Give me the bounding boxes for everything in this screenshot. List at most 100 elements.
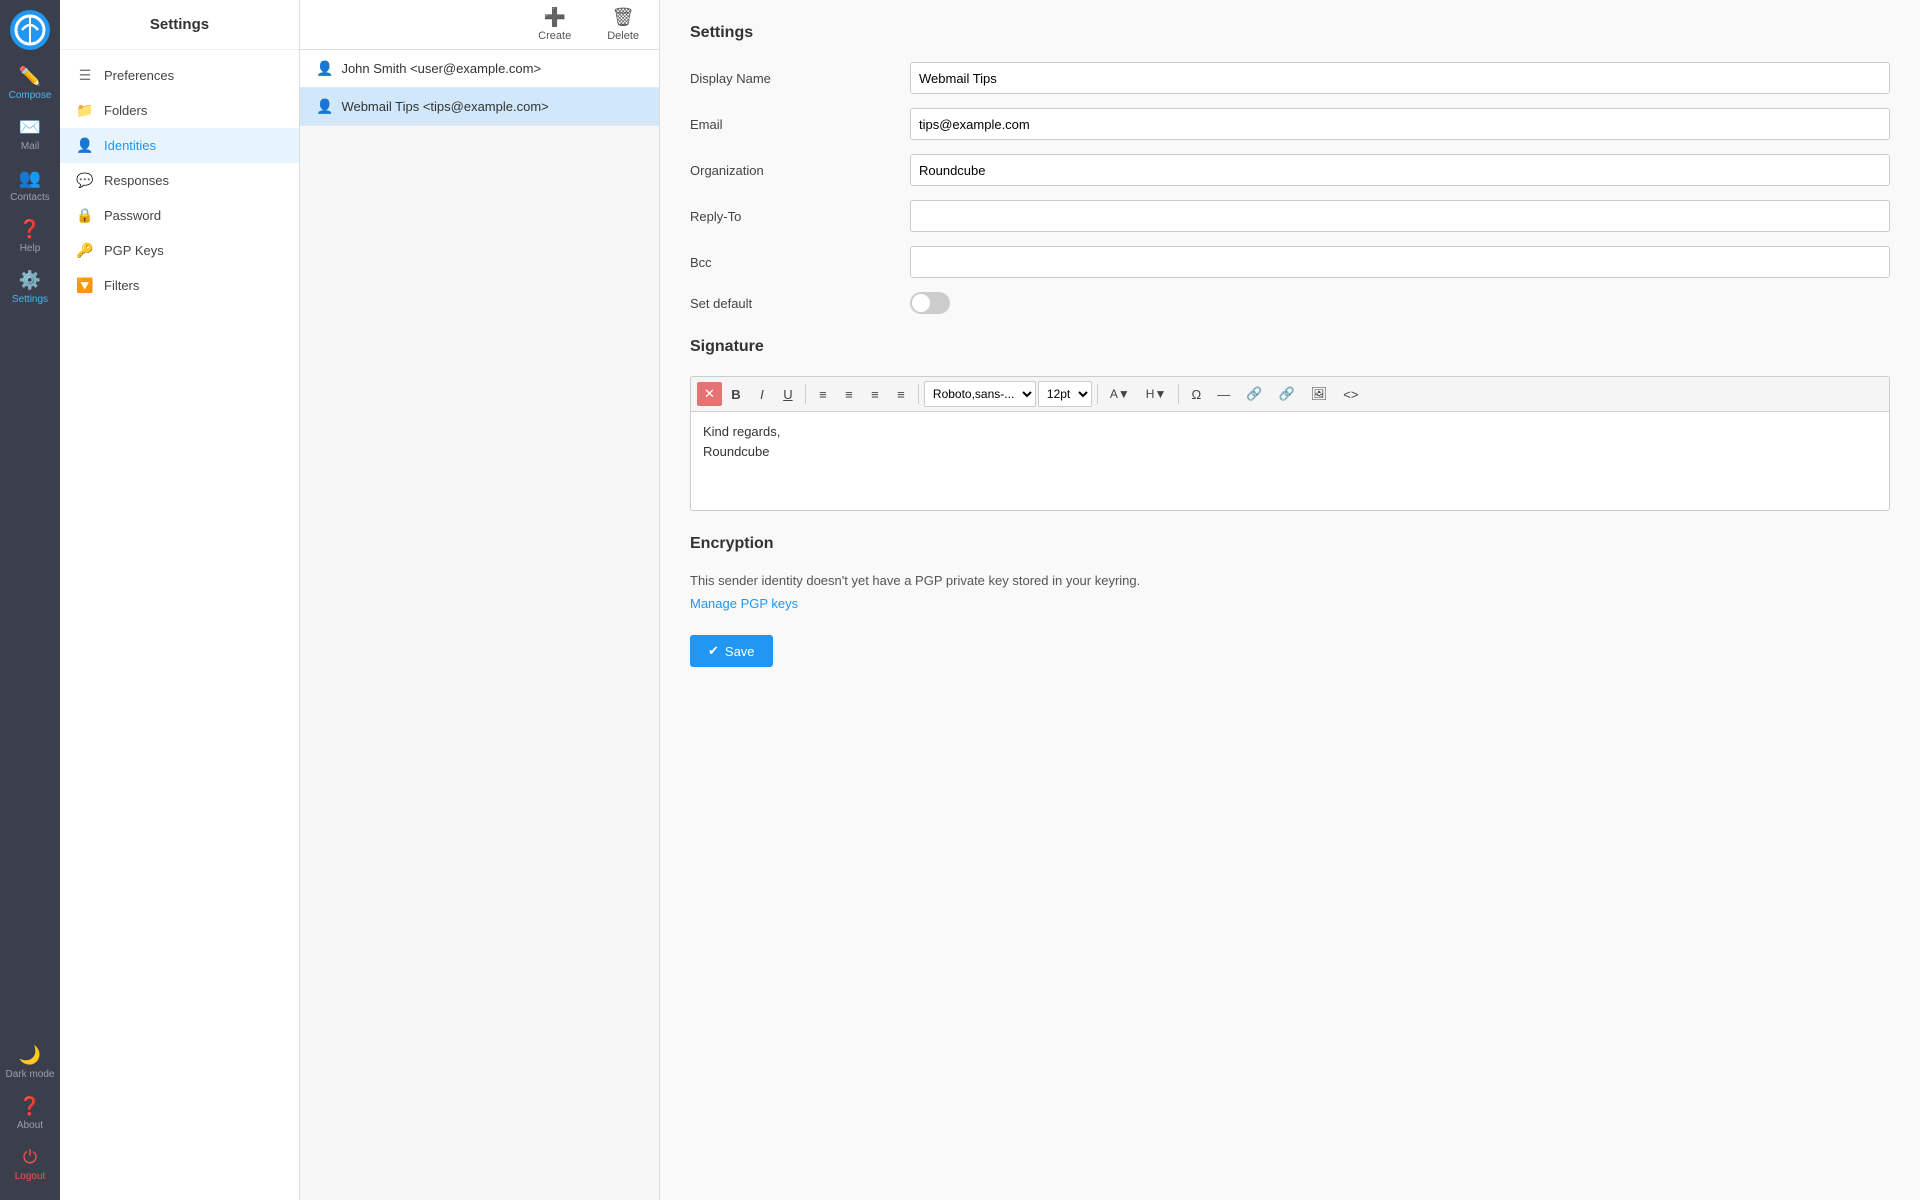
set-default-row: Set default <box>690 292 1890 314</box>
identity-label-webmail: Webmail Tips <tips@example.com> <box>341 99 548 114</box>
manage-pgp-link[interactable]: Manage PGP keys <box>690 596 798 611</box>
nav-label-about: About <box>17 1120 43 1131</box>
nav-item-darkmode[interactable]: 🌙 Dark mode <box>0 1037 60 1088</box>
sidebar-item-label-folders: Folders <box>104 103 147 118</box>
identity-label-john: John Smith <user@example.com> <box>341 61 541 76</box>
delete-button[interactable]: 🗑 Delete <box>599 3 647 46</box>
nav-item-compose[interactable]: ✏️ Compose <box>0 58 60 109</box>
nav-label-logout: Logout <box>15 1171 46 1182</box>
sig-unlink-button[interactable]: 🔗 <box>1272 382 1302 406</box>
sidebar-item-folders[interactable]: 📁 Folders <box>60 93 299 128</box>
bcc-label: Bcc <box>690 255 910 270</box>
sig-align-justify-button[interactable]: ≡ <box>889 383 913 406</box>
signature-toolbar: ✕ B I U ≡ ≡ ≡ ≡ Roboto,sans-... 12pt A▼ … <box>690 376 1890 411</box>
identity-item-john[interactable]: 👤 John Smith <user@example.com> <box>300 50 659 88</box>
sig-divider-3 <box>1097 384 1098 404</box>
logout-icon: ⏻ <box>23 1147 37 1168</box>
sidebar-menu: ☰ Preferences 📁 Folders 👤 Identities 💬 R… <box>60 50 299 311</box>
delete-label: Delete <box>607 30 639 42</box>
sig-font-size-select[interactable]: 12pt <box>1038 381 1092 407</box>
reply-to-input[interactable] <box>910 200 1890 232</box>
reply-to-label: Reply-To <box>690 209 910 224</box>
contacts-icon: 👥 <box>19 168 41 189</box>
email-label: Email <box>690 117 910 132</box>
email-input[interactable] <box>910 108 1890 140</box>
nav-bottom: 🌙 Dark mode ❓ About ⏻ Logout <box>0 1037 60 1200</box>
nav-item-about[interactable]: ❓ About <box>0 1088 60 1139</box>
signature-title: Signature <box>690 338 1890 356</box>
pgp-keys-icon: 🔑 <box>76 242 94 259</box>
about-icon: ❓ <box>19 1096 41 1117</box>
sig-close-button[interactable]: ✕ <box>697 382 722 406</box>
signature-section: Signature ✕ B I U ≡ ≡ ≡ ≡ Roboto,sans-..… <box>690 338 1890 511</box>
create-icon: ➕ <box>543 7 565 28</box>
nav-item-contacts[interactable]: 👥 Contacts <box>0 160 60 211</box>
nav-item-mail[interactable]: ✉️ Mail <box>0 109 60 160</box>
organization-input[interactable] <box>910 154 1890 186</box>
sig-align-center-button[interactable]: ≡ <box>837 383 861 406</box>
sig-align-left-button[interactable]: ≡ <box>811 383 835 406</box>
nav-label-contacts: Contacts <box>10 192 49 203</box>
identity-item-webmail[interactable]: 👤 Webmail Tips <tips@example.com> <box>300 88 659 126</box>
preferences-icon: ☰ <box>76 67 94 84</box>
sig-hr-button[interactable]: — <box>1210 383 1237 406</box>
display-name-label: Display Name <box>690 71 910 86</box>
display-name-input[interactable] <box>910 62 1890 94</box>
darkmode-icon: 🌙 <box>19 1045 41 1066</box>
create-label: Create <box>538 30 571 42</box>
create-button[interactable]: ➕ Create <box>530 3 579 46</box>
sidebar-item-preferences[interactable]: ☰ Preferences <box>60 58 299 93</box>
filters-icon: 🔽 <box>76 277 94 294</box>
nav-label-help: Help <box>20 243 41 254</box>
sidebar-item-label-password: Password <box>104 208 161 223</box>
sidebar-item-identities[interactable]: 👤 Identities <box>60 128 299 163</box>
bcc-row: Bcc <box>690 246 1890 278</box>
identities-icon: 👤 <box>76 137 94 154</box>
set-default-toggle[interactable] <box>910 292 950 314</box>
identity-toolbar: ➕ Create 🗑 Delete <box>300 0 659 50</box>
identity-icon-john: 👤 <box>316 60 333 77</box>
sig-font-family-select[interactable]: Roboto,sans-... <box>924 381 1036 407</box>
sidebar-item-label-preferences: Preferences <box>104 68 174 83</box>
sig-font-color-button[interactable]: A▼ <box>1103 383 1137 405</box>
nav-label-compose: Compose <box>9 90 52 101</box>
sig-image-button[interactable]: 🖼 <box>1304 382 1335 406</box>
help-icon: ❓ <box>19 219 41 240</box>
signature-editor[interactable]: Kind regards, Roundcube <box>690 411 1890 511</box>
main-inner: Settings Display Name Email Organization… <box>660 0 1920 691</box>
nav-label-darkmode: Dark mode <box>6 1069 55 1080</box>
responses-icon: 💬 <box>76 172 94 189</box>
sig-highlight-button[interactable]: H▼ <box>1139 383 1174 405</box>
sig-underline-button[interactable]: U <box>776 383 800 406</box>
main-content: Settings Display Name Email Organization… <box>660 0 1920 1200</box>
bcc-input[interactable] <box>910 246 1890 278</box>
encryption-note: This sender identity doesn't yet have a … <box>690 573 1890 588</box>
nav-label-mail: Mail <box>21 141 39 152</box>
save-button[interactable]: ✔ Save <box>690 635 773 667</box>
identity-list: 👤 John Smith <user@example.com> 👤 Webmai… <box>300 50 659 126</box>
set-default-label: Set default <box>690 296 910 311</box>
sig-omega-button[interactable]: Ω <box>1184 383 1208 406</box>
sig-italic-button[interactable]: I <box>750 383 774 406</box>
sidebar-item-responses[interactable]: 💬 Responses <box>60 163 299 198</box>
sidebar-item-password[interactable]: 🔒 Password <box>60 198 299 233</box>
nav-item-help[interactable]: ❓ Help <box>0 211 60 262</box>
sig-align-right-button[interactable]: ≡ <box>863 383 887 406</box>
sig-code-button[interactable]: <> <box>1336 383 1365 406</box>
sidebar-item-label-pgp-keys: PGP Keys <box>104 243 164 258</box>
sidebar-item-filters[interactable]: 🔽 Filters <box>60 268 299 303</box>
sig-bold-button[interactable]: B <box>724 383 748 406</box>
settings-icon: ⚙️ <box>19 270 41 291</box>
organization-row: Organization <box>690 154 1890 186</box>
signature-line-2: Roundcube <box>703 442 1877 462</box>
nav-item-settings[interactable]: ⚙️ Settings <box>0 262 60 313</box>
folders-icon: 📁 <box>76 102 94 119</box>
nav-item-logout[interactable]: ⏻ Logout <box>0 1139 60 1190</box>
reply-to-row: Reply-To <box>690 200 1890 232</box>
sig-divider-1 <box>805 384 806 404</box>
sidebar-item-pgp-keys[interactable]: 🔑 PGP Keys <box>60 233 299 268</box>
app-logo <box>10 10 50 50</box>
compose-icon: ✏️ <box>19 66 41 87</box>
sig-link-button[interactable]: 🔗 <box>1239 382 1269 406</box>
save-check-icon: ✔ <box>708 643 719 659</box>
